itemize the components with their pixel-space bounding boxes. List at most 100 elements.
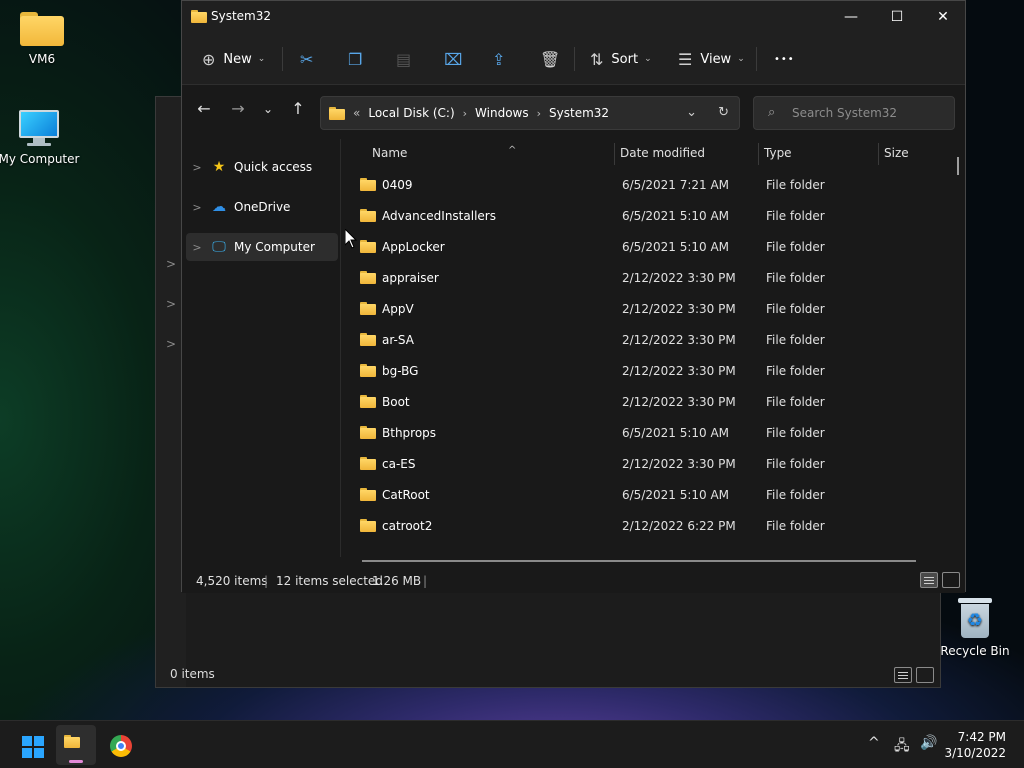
status-separator: | — [423, 574, 428, 588]
folder-icon — [360, 519, 376, 532]
folder-icon — [360, 302, 376, 315]
address-dropdown-chevron-icon[interactable]: ⌄ — [686, 105, 697, 120]
nav-item-label: My Computer — [234, 240, 315, 254]
toolbar-separator — [282, 47, 283, 71]
cut-button[interactable]: ✂ — [300, 45, 313, 73]
file-row[interactable]: catroot2 2/12/2022 6:22 PM File folder — [358, 511, 938, 542]
file-type: File folder — [766, 240, 825, 254]
taskbar-file-explorer[interactable] — [56, 725, 96, 765]
desktop-icon-my-computer[interactable]: My Computer — [0, 110, 81, 166]
chevron-right-icon[interactable]: > — [166, 337, 176, 351]
nav-item-quick-access[interactable]: > ★ Quick access — [186, 153, 338, 181]
breadcrumb-windows[interactable]: Windows — [475, 106, 529, 120]
column-header-label: Size — [884, 146, 909, 160]
chevron-right-icon[interactable]: > — [166, 297, 176, 311]
column-header-date-modified[interactable]: Date modified — [612, 139, 752, 167]
file-row[interactable]: AppLocker 6/5/2021 5:10 AM File folder — [358, 232, 938, 263]
sort-ascending-icon: ^ — [508, 145, 517, 156]
address-bar[interactable]: « Local Disk (C:) › Windows › System32 ⌄… — [320, 96, 740, 130]
column-header-size[interactable]: Size — [876, 139, 956, 167]
delete-button[interactable]: 🗑 — [540, 45, 560, 73]
file-name: 0409 — [382, 178, 413, 192]
breadcrumb-system32[interactable]: System32 — [549, 106, 609, 120]
file-name: Boot — [382, 395, 410, 409]
clock-date: 3/10/2022 — [944, 746, 1006, 760]
chevron-right-icon[interactable]: > — [166, 257, 176, 271]
file-type: File folder — [766, 457, 825, 471]
folder-icon — [360, 333, 376, 346]
search-icon: ⌕ — [768, 105, 776, 120]
breadcrumb-separator-icon[interactable]: › — [537, 107, 541, 120]
tiles-view-icon[interactable] — [942, 572, 960, 588]
back-arrow-icon[interactable]: ← — [192, 99, 216, 118]
forward-arrow-icon[interactable]: → — [226, 99, 250, 118]
new-button[interactable]: ⊕ New ⌄ — [202, 45, 265, 73]
chevron-right-icon[interactable]: > — [186, 161, 208, 174]
nav-item-my-computer[interactable]: > 🖵 My Computer — [186, 233, 338, 261]
chevron-right-icon[interactable]: > — [186, 201, 208, 214]
folder-icon — [360, 457, 376, 470]
close-button[interactable]: ✕ — [920, 1, 966, 33]
column-header-name[interactable]: Name ^ — [364, 139, 596, 167]
file-row[interactable]: 0409 6/5/2021 7:21 AM File folder — [358, 170, 938, 201]
folder-icon — [360, 209, 376, 222]
status-separator: | — [264, 574, 269, 588]
file-name: AdvancedInstallers — [382, 209, 496, 223]
start-button[interactable] — [12, 725, 52, 765]
breadcrumb-local-disk[interactable]: Local Disk (C:) — [368, 106, 454, 120]
desktop-icon-vm6[interactable]: VM6 — [0, 12, 84, 66]
sort-button[interactable]: ⇅ Sort ⌄ — [590, 45, 652, 73]
up-arrow-icon[interactable]: ↑ — [286, 99, 310, 118]
pane-splitter[interactable] — [340, 139, 341, 557]
horizontal-scrollbar[interactable] — [362, 560, 916, 562]
network-icon[interactable]: 🖧 — [894, 735, 910, 759]
file-date-modified: 2/12/2022 3:30 PM — [622, 333, 736, 347]
taskbar-clock[interactable]: 7:42 PM 3/10/2022 — [944, 729, 1006, 761]
taskbar-chrome[interactable] — [100, 725, 140, 765]
chevron-right-icon[interactable]: > — [186, 241, 208, 254]
details-view-icon[interactable] — [920, 572, 938, 588]
paste-button[interactable]: ▤ — [396, 45, 411, 73]
copy-icon: ❐ — [348, 49, 363, 69]
nav-item-onedrive[interactable]: > ☁ OneDrive — [186, 193, 338, 221]
share-button[interactable]: ⇪ — [492, 45, 505, 73]
file-row[interactable]: AppV 2/12/2022 3:30 PM File folder — [358, 294, 938, 325]
file-row[interactable]: Bthprops 6/5/2021 5:10 AM File folder — [358, 418, 938, 449]
maximize-button[interactable]: ☐ — [874, 1, 920, 33]
file-row[interactable]: CatRoot 6/5/2021 5:10 AM File folder — [358, 480, 938, 511]
refresh-icon[interactable]: ↻ — [718, 105, 729, 120]
file-row[interactable]: ca-ES 2/12/2022 3:30 PM File folder — [358, 449, 938, 480]
minimize-button[interactable]: — — [828, 1, 874, 33]
file-row[interactable]: Boot 2/12/2022 3:30 PM File folder — [358, 387, 938, 418]
file-list: Name ^ Date modified Type Size 0409 6/5/2… — [342, 139, 964, 557]
desktop-icon-label: Recycle Bin — [940, 644, 1010, 658]
show-hidden-icons-chevron-icon[interactable]: ^ — [868, 735, 880, 751]
file-name: ca-ES — [382, 457, 416, 471]
recent-locations-chevron-icon[interactable]: ⌄ — [256, 102, 280, 116]
column-header-type[interactable]: Type — [756, 139, 876, 167]
desktop-icon-recycle-bin[interactable]: ♻ Recycle Bin — [933, 598, 1017, 658]
tiles-view-icon[interactable] — [916, 667, 934, 683]
file-row[interactable]: bg-BG 2/12/2022 3:30 PM File folder — [358, 356, 938, 387]
more-options-button[interactable]: ••• — [774, 45, 795, 73]
file-row[interactable]: AdvancedInstallers 6/5/2021 5:10 AM File f… — [358, 201, 938, 232]
overflow-chevron-icon[interactable]: « — [353, 106, 360, 120]
file-row[interactable]: ar-SA 2/12/2022 3:30 PM File folder — [358, 325, 938, 356]
view-button[interactable]: ☰ View ⌄ — [678, 45, 745, 73]
new-label: New — [223, 51, 252, 67]
file-date-modified: 6/5/2021 5:10 AM — [622, 240, 730, 254]
vertical-scrollbar[interactable] — [957, 157, 959, 175]
volume-icon[interactable]: 🔊 — [920, 735, 937, 751]
details-view-icon[interactable] — [894, 667, 912, 683]
toolbar-separator — [756, 47, 757, 71]
breadcrumb-separator-icon[interactable]: › — [463, 107, 467, 120]
search-box[interactable]: ⌕ Search System32 — [753, 96, 955, 130]
folder-icon — [329, 106, 345, 120]
copy-button[interactable]: ❐ — [348, 45, 362, 73]
rename-button[interactable]: ⌧ — [444, 45, 462, 73]
file-row[interactable]: appraiser 2/12/2022 3:30 PM File folder — [358, 263, 938, 294]
taskbar: ^ 🖧 🔊 7:42 PM 3/10/2022 — [0, 720, 1024, 768]
title-bar[interactable]: System32 — ☐ ✕ — [182, 1, 965, 33]
list-view-icon: ☰ — [678, 49, 693, 69]
chevron-down-icon: ⌄ — [737, 54, 745, 64]
